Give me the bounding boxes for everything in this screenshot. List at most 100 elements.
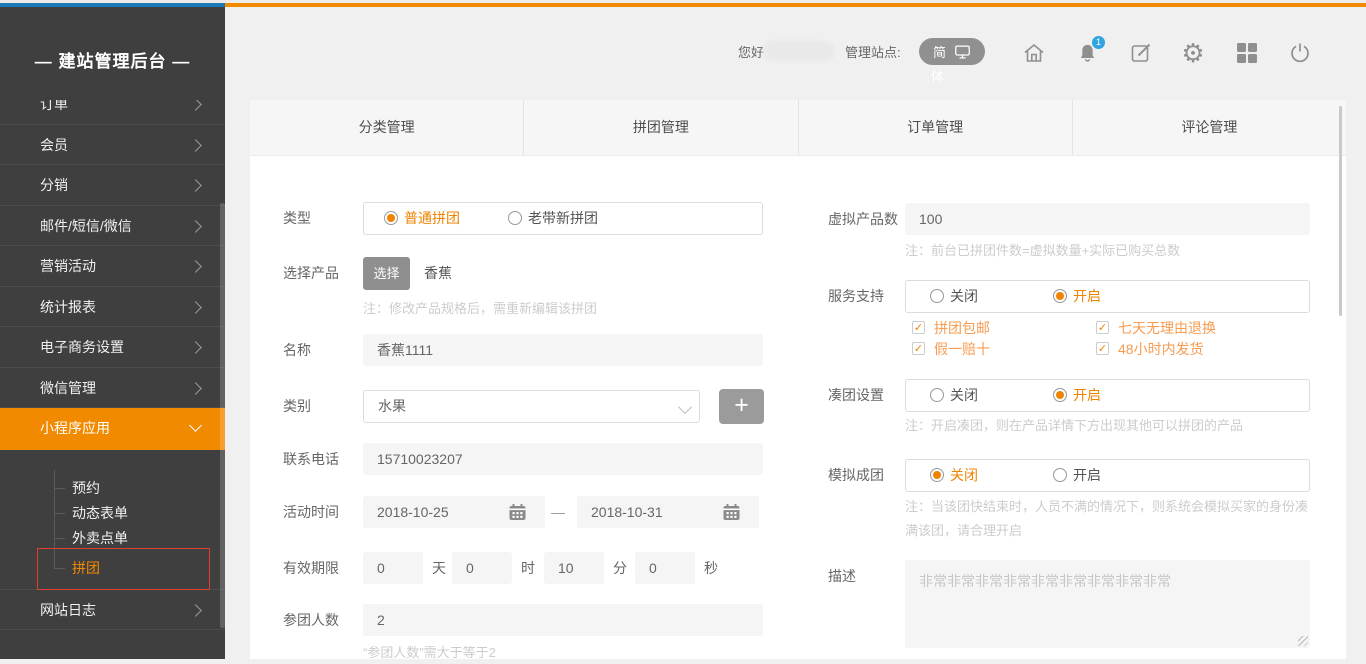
submenu-tree-tick xyxy=(54,538,65,539)
simulate-note: 注：当该团快结束时，人员不满的情况下，则系统会模拟买家的身份凑满该团，请合理开启 xyxy=(905,495,1315,543)
virtual-count-label: 虚拟产品数 xyxy=(828,203,898,235)
apps-grid-icon[interactable] xyxy=(1234,40,1260,66)
sidebar-menu: 订单 会员 分销 邮件/短信/微信 营销活动 统计报表 电子商务设置 微信管理 xyxy=(0,84,225,450)
radio-service-off[interactable] xyxy=(930,289,944,303)
radio-simulate-on[interactable] xyxy=(1053,468,1067,482)
validity-seconds-input[interactable]: 0 xyxy=(635,552,695,584)
logout-power-icon[interactable] xyxy=(1287,40,1313,66)
name-input[interactable]: 香蕉1111 xyxy=(363,334,763,366)
resize-handle[interactable] xyxy=(1298,636,1308,646)
chevron-right-icon xyxy=(189,139,202,152)
page-scrollbar-thumb[interactable] xyxy=(1339,106,1342,316)
validity-minutes-input[interactable]: 10 xyxy=(544,552,604,584)
desc-text: 非常非常非常非常非常非常非常非常非常 xyxy=(919,573,1171,589)
checkbox-label-48h-shipping[interactable]: 48小时内发货 xyxy=(1118,341,1204,357)
tab-category-management[interactable]: 分类管理 xyxy=(250,100,524,155)
radio-service-on[interactable] xyxy=(1053,289,1067,303)
sidebar-item-distribution[interactable]: 分销 xyxy=(0,165,225,206)
notification-badge: 1 xyxy=(1092,36,1105,49)
sidebar-subitem-dynamic-forms[interactable]: 动态表单 xyxy=(72,501,128,525)
validity-hours-input[interactable]: 0 xyxy=(452,552,512,584)
people-note: “参团人数”需大于等于2 xyxy=(363,642,496,664)
desc-textarea[interactable]: 非常非常非常非常非常非常非常非常非常 xyxy=(905,560,1310,648)
gather-label: 凑团设置 xyxy=(828,379,884,411)
username-redacted xyxy=(763,41,835,61)
tab-review-management[interactable]: 评论管理 xyxy=(1073,100,1346,155)
checkbox-label-fake-compensation[interactable]: 假一赔十 xyxy=(934,341,990,357)
home-icon[interactable] xyxy=(1021,40,1047,66)
active-subitem-highlight-box xyxy=(37,548,210,590)
edit-compose-icon[interactable] xyxy=(1128,40,1154,66)
sidebar-item-ecommerce-settings[interactable]: 电子商务设置 xyxy=(0,327,225,368)
category-select[interactable]: 水果 xyxy=(363,390,700,423)
checkbox-label-7day-return[interactable]: 七天无理由退换 xyxy=(1118,320,1216,336)
type-label: 类型 xyxy=(283,202,311,234)
tab-groupbuy-management[interactable]: 拼团管理 xyxy=(524,100,798,155)
radio-label-service-off[interactable]: 关闭 xyxy=(950,288,978,304)
radio-label-normal[interactable]: 普通拼团 xyxy=(404,210,460,226)
language-label: 简 xyxy=(933,42,946,61)
sidebar-item-members[interactable]: 会员 xyxy=(0,125,225,166)
checkbox-48h-shipping[interactable]: ✓ xyxy=(1096,342,1109,355)
sidebar: 订单 会员 分销 邮件/短信/微信 营销活动 统计报表 电子商务设置 微信管理 xyxy=(0,7,225,659)
choose-product-button[interactable]: 选择 xyxy=(363,257,410,290)
product-note: 注：修改产品规格后，需重新编辑该拼团 xyxy=(363,298,597,320)
sidebar-item-label: 邮件/短信/微信 xyxy=(40,218,132,234)
radio-gather-off[interactable] xyxy=(930,388,944,402)
validity-days-input[interactable]: 0 xyxy=(363,552,423,584)
chevron-right-icon xyxy=(189,260,202,273)
radio-label-simulate-on[interactable]: 开启 xyxy=(1073,467,1101,483)
phone-input[interactable]: 15710023207 xyxy=(363,443,763,475)
sidebar-item-label: 统计报表 xyxy=(40,299,96,315)
desc-label: 描述 xyxy=(828,560,856,592)
chevron-down-icon xyxy=(189,419,202,432)
settings-gear-icon[interactable]: ⚙ xyxy=(1180,40,1206,66)
sidebar-subitem-group-buy[interactable]: 拼团 xyxy=(72,556,100,580)
sidebar-item-mail-sms-wechat[interactable]: 邮件/短信/微信 xyxy=(0,206,225,247)
radio-label-gather-on[interactable]: 开启 xyxy=(1073,387,1101,403)
sidebar-item-miniprogram-apps[interactable]: 小程序应用 xyxy=(0,408,225,450)
tab-order-management[interactable]: 订单管理 xyxy=(799,100,1073,155)
sidebar-item-site-log[interactable]: 网站日志 xyxy=(0,589,225,630)
sidebar-scrollbar-thumb[interactable] xyxy=(220,203,225,628)
notifications-bell-icon[interactable]: 1 xyxy=(1074,40,1100,66)
checkbox-7day-return[interactable]: ✓ xyxy=(1096,321,1109,334)
radio-simulate-off[interactable] xyxy=(930,468,944,482)
chevron-right-icon xyxy=(189,220,202,233)
checkbox-fake-compensation[interactable]: ✓ xyxy=(912,342,925,355)
time-label: 活动时间 xyxy=(283,496,339,528)
sidebar-item-label: 会员 xyxy=(40,137,68,153)
radio-label-service-on[interactable]: 开启 xyxy=(1073,288,1101,304)
sidebar-item-marketing[interactable]: 营销活动 xyxy=(0,246,225,287)
chevron-right-icon xyxy=(189,341,202,354)
unit-days: 天 xyxy=(432,552,446,584)
sidebar-item-wechat-management[interactable]: 微信管理 xyxy=(0,368,225,409)
radio-gather-on[interactable] xyxy=(1053,388,1067,402)
sidebar-item-reports[interactable]: 统计报表 xyxy=(0,287,225,328)
submenu-tree-tick xyxy=(54,488,65,489)
calendar-icon[interactable] xyxy=(722,503,741,522)
sidebar-subitem-booking[interactable]: 预约 xyxy=(72,476,100,500)
language-site-toggle[interactable]: 简 xyxy=(919,38,985,65)
checkbox-free-shipping[interactable]: ✓ xyxy=(912,321,925,334)
language-label-wrapped: 体 xyxy=(931,66,944,85)
sidebar-item-label: 网站日志 xyxy=(40,602,96,618)
date-range-separator: — xyxy=(551,496,565,528)
radio-oldnew-groupbuy[interactable] xyxy=(508,211,522,225)
people-label: 参团人数 xyxy=(283,604,339,636)
people-input[interactable]: 2 xyxy=(363,604,763,636)
virtual-count-input[interactable]: 100 xyxy=(905,203,1310,235)
radio-label-gather-off[interactable]: 关闭 xyxy=(950,387,978,403)
radio-label-oldnew[interactable]: 老带新拼团 xyxy=(528,210,598,226)
radio-normal-groupbuy[interactable] xyxy=(384,211,398,225)
sidebar-subitem-takeout-order[interactable]: 外卖点单 xyxy=(72,526,128,550)
checkbox-label-free-shipping[interactable]: 拼团包邮 xyxy=(934,320,990,336)
simulate-label: 模拟成团 xyxy=(828,459,884,491)
product-label: 选择产品 xyxy=(283,257,339,289)
radio-label-simulate-off[interactable]: 关闭 xyxy=(950,467,978,483)
add-category-button[interactable]: + xyxy=(719,389,764,424)
category-label: 类别 xyxy=(283,390,311,422)
virtual-count-note: 注：前台已拼团件数=虚拟数量+实际已购买总数 xyxy=(905,240,1180,262)
calendar-icon[interactable] xyxy=(508,503,527,522)
selected-product-value: 香蕉 xyxy=(424,257,452,289)
